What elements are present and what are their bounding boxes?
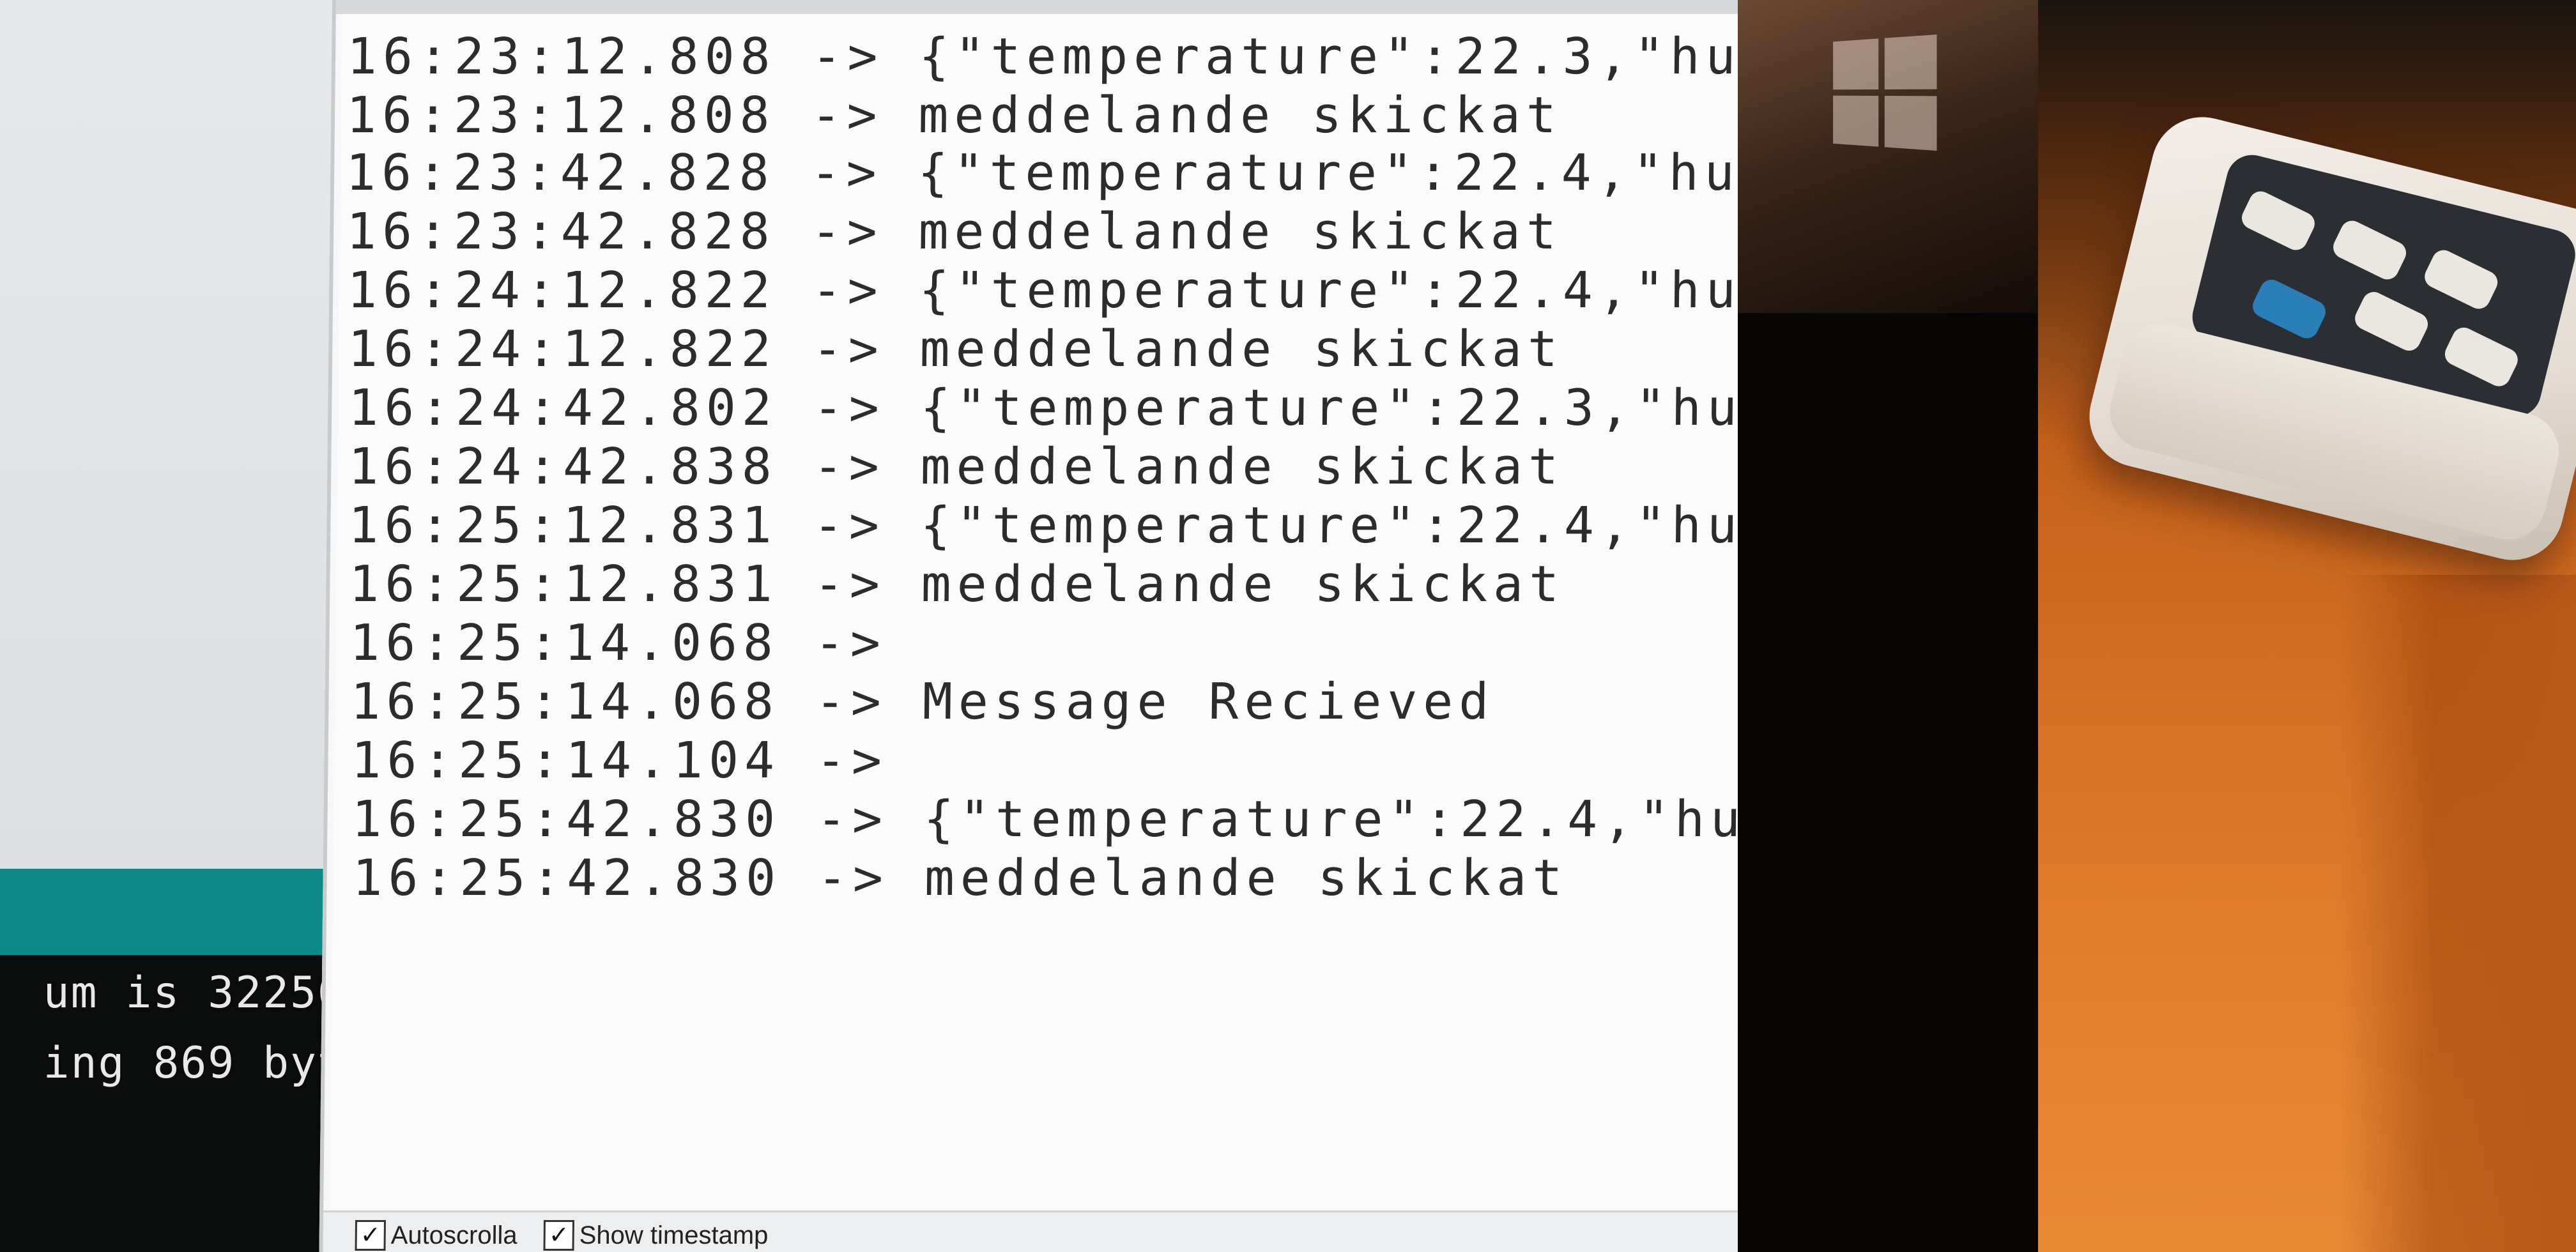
log-message: {"temperature":22.4,"humic xyxy=(920,497,1748,554)
laptop-bezel xyxy=(1738,0,2038,1252)
log-arrow: -> xyxy=(811,28,884,86)
log-message: {"temperature":22.4,"humic xyxy=(923,791,1748,848)
log-arrow: -> xyxy=(814,615,887,672)
log-message: {"temperature":22.4,"humic xyxy=(917,144,1748,202)
log-arrow: -> xyxy=(813,556,886,613)
log-arrow: -> xyxy=(811,262,884,319)
log-timestamp: 16:25:14.068 xyxy=(350,673,780,731)
ide-status-bar xyxy=(0,869,345,955)
log-timestamp: 16:25:12.831 xyxy=(348,497,778,554)
serial-log-line: 16:24:42.802 -> {"temperature":22.3,"hum… xyxy=(348,379,1748,437)
log-timestamp: 16:25:14.068 xyxy=(349,615,779,672)
log-arrow: -> xyxy=(813,438,885,496)
log-message: Message Recieved xyxy=(922,673,1495,731)
log-message: {"temperature":22.3,"humic xyxy=(920,379,1748,437)
log-arrow: -> xyxy=(816,850,889,907)
serial-log-line: 16:25:14.068 -> Message Recieved xyxy=(350,673,1495,731)
remote-button xyxy=(2421,246,2502,313)
log-message: {"temperature":22.4,"humic xyxy=(919,262,1748,319)
ide-main-window: um is 32256 ing 869 byt xyxy=(0,0,358,1252)
log-arrow: -> xyxy=(812,321,885,378)
serial-log-line: 16:25:42.830 -> {"temperature":22.4,"hum… xyxy=(351,791,1748,848)
log-timestamp: 16:24:42.838 xyxy=(348,438,778,496)
log-arrow: -> xyxy=(813,379,885,437)
log-arrow: -> xyxy=(811,87,883,144)
log-arrow: -> xyxy=(816,791,889,848)
log-timestamp: 16:23:42.828 xyxy=(346,203,776,261)
remote-button xyxy=(2351,288,2432,355)
serial-log-line: 16:25:14.104 -> xyxy=(351,732,923,790)
log-timestamp: 16:24:12.822 xyxy=(346,262,777,319)
log-message: meddelande skickat xyxy=(918,203,1563,261)
serial-log-line: 16:25:12.831 -> {"temperature":22.4,"hum… xyxy=(348,497,1748,554)
log-message: meddelande skickat xyxy=(921,556,1565,613)
windows-logo-icon xyxy=(1833,34,1937,151)
remote-button xyxy=(2441,323,2522,390)
remote-button xyxy=(2248,275,2330,342)
show-timestamp-label: Show timestamp xyxy=(579,1221,769,1249)
desk-background xyxy=(2038,0,2576,1252)
log-timestamp: 16:25:14.104 xyxy=(351,732,781,790)
remote-button xyxy=(2329,217,2411,284)
log-timestamp: 16:24:12.822 xyxy=(347,321,778,378)
log-message: meddelande skickat xyxy=(924,850,1568,907)
console-line: ing 869 byt xyxy=(43,1038,345,1088)
autoscroll-label: Autoscrolla xyxy=(390,1221,518,1249)
log-timestamp: 16:23:12.808 xyxy=(346,87,776,144)
log-message: meddelande skickat xyxy=(919,321,1564,378)
check-icon[interactable]: ✓ xyxy=(355,1220,386,1251)
serial-output-area[interactable]: 16:23:12.808 -> {"temperature":22.3,"hum… xyxy=(330,14,1748,1209)
serial-log-line: 16:25:12.831 -> meddelande skickat xyxy=(349,556,1565,613)
serial-monitor-window: 16:23:12.808 -> {"temperature":22.3,"hum… xyxy=(319,0,1755,1252)
autoscroll-checkbox[interactable]: ✓ Autoscrolla xyxy=(355,1220,518,1251)
serial-log-line: 16:23:12.808 -> {"temperature":22.3,"hum… xyxy=(347,28,1748,86)
log-timestamp: 16:25:12.831 xyxy=(348,556,779,613)
serial-log-line: 16:24:42.838 -> meddelande skickat xyxy=(348,438,1565,496)
log-message: {"temperature":22.3,"humic xyxy=(918,28,1748,86)
serial-monitor-input-edge[interactable] xyxy=(335,0,1755,14)
log-arrow: -> xyxy=(811,203,884,261)
show-timestamp-checkbox[interactable]: ✓ Show timestamp xyxy=(543,1220,769,1251)
log-arrow: -> xyxy=(815,673,887,731)
log-timestamp: 16:25:42.830 xyxy=(352,850,782,907)
log-arrow: -> xyxy=(813,497,885,554)
serial-monitor-options-bar: ✓ Autoscrolla ✓ Show timestamp xyxy=(323,1210,1742,1252)
log-arrow: -> xyxy=(815,732,888,790)
serial-log-line: 16:23:12.808 -> meddelande skickat xyxy=(346,87,1563,144)
serial-log-line: 16:25:14.068 -> xyxy=(349,615,922,672)
log-arrow: -> xyxy=(810,144,883,202)
serial-log-line: 16:25:42.830 -> meddelande skickat xyxy=(352,850,1568,907)
log-timestamp: 16:23:12.808 xyxy=(346,28,777,86)
remote-button xyxy=(2237,187,2319,254)
photo-scene: um is 32256 ing 869 byt 16:23:12.808 -> … xyxy=(0,0,2576,1252)
serial-log-line: 16:24:12.822 -> meddelande skickat xyxy=(348,321,1564,378)
code-editor-area[interactable] xyxy=(0,0,345,869)
log-message: meddelande skickat xyxy=(920,438,1565,496)
serial-log-line: 16:24:12.822 -> {"temperature":22.4,"hum… xyxy=(347,262,1748,319)
log-timestamp: 16:24:42.802 xyxy=(348,379,778,437)
serial-log-line: 16:23:42.828 -> {"temperature":22.4,"hum… xyxy=(346,144,1748,202)
log-timestamp: 16:23:42.828 xyxy=(345,144,776,202)
desk-edge xyxy=(2338,575,2576,1252)
log-message: meddelande skickat xyxy=(918,87,1563,144)
check-icon[interactable]: ✓ xyxy=(543,1220,574,1251)
log-timestamp: 16:25:42.830 xyxy=(351,791,781,848)
log-message xyxy=(921,615,922,672)
console-line: um is 32256 xyxy=(43,968,345,1018)
ide-output-console[interactable]: um is 32256 ing 869 byt xyxy=(0,955,358,1252)
serial-log-line: 16:23:42.828 -> meddelande skickat xyxy=(346,203,1563,261)
